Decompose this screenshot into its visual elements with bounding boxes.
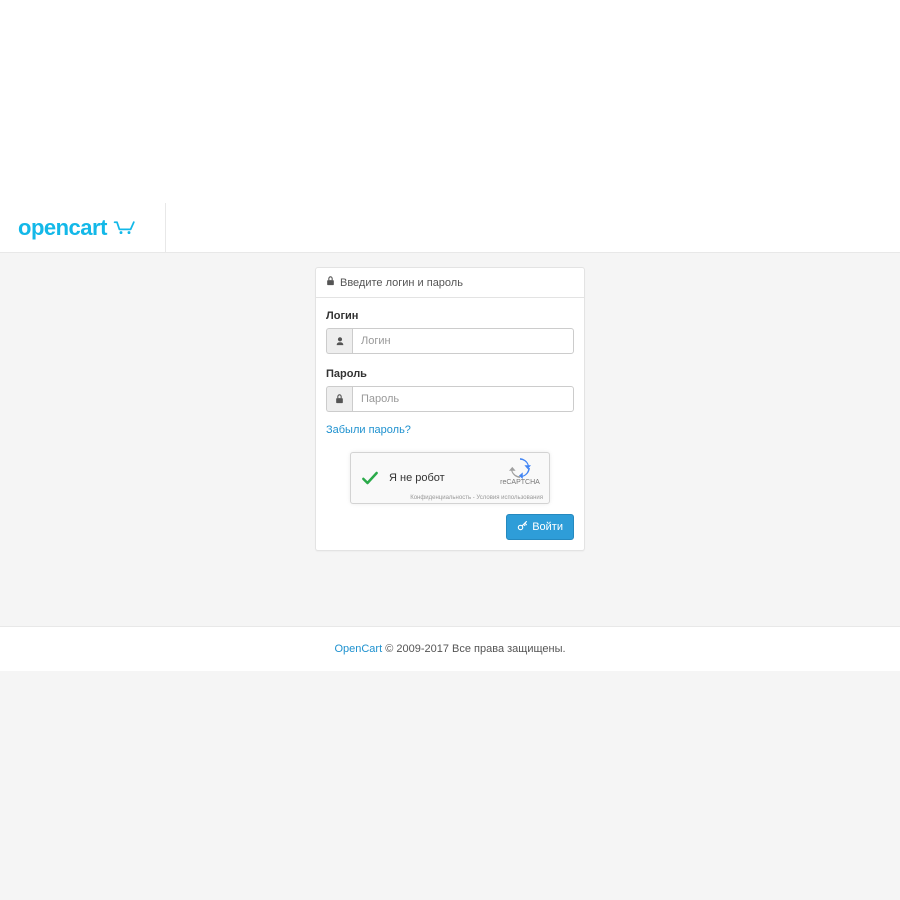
footer: OpenCart © 2009-2017 Все права защищены.: [0, 626, 900, 671]
password-input-group: [326, 386, 574, 412]
user-icon: [326, 328, 352, 354]
captcha-brand: reCAPTCHA: [497, 479, 543, 486]
login-button[interactable]: Войти: [506, 514, 574, 540]
recaptcha-logo-area: reCAPTCHA: [497, 457, 543, 486]
panel-body: Логин Пароль: [316, 298, 584, 550]
panel-title: Введите логин и пароль: [340, 277, 463, 289]
login-group: Логин: [326, 310, 574, 354]
login-panel: Введите логин и пароль Логин Пароль: [315, 267, 585, 551]
password-group: Пароль: [326, 368, 574, 412]
logo-text: opencart: [18, 215, 107, 241]
footer-link[interactable]: OpenCart: [334, 643, 382, 655]
cart-icon: [113, 219, 137, 237]
checkmark-icon: [359, 467, 381, 489]
login-input[interactable]: [352, 328, 574, 354]
lock-input-icon: [326, 386, 352, 412]
login-button-label: Войти: [532, 521, 563, 533]
password-label: Пароль: [326, 368, 574, 380]
header: opencart: [0, 203, 900, 253]
key-icon: [517, 520, 528, 534]
forgot-password-link[interactable]: Забыли пароль?: [326, 424, 411, 436]
login-label: Логин: [326, 310, 574, 322]
button-row: Войти: [326, 514, 574, 540]
panel-heading: Введите логин и пароль: [316, 268, 584, 298]
footer-copyright: © 2009-2017 Все права защищены.: [382, 643, 565, 655]
lock-icon: [326, 276, 335, 289]
captcha-privacy: Конфиденциальность - Условия использован…: [410, 495, 543, 501]
recaptcha[interactable]: Я не робот reCAPTCHA Конфиденциальность …: [350, 452, 550, 504]
logo[interactable]: opencart: [18, 203, 166, 252]
captcha-text: Я не робот: [389, 472, 445, 484]
main-content: Введите логин и пароль Логин Пароль: [0, 253, 900, 626]
password-input[interactable]: [352, 386, 574, 412]
login-input-group: [326, 328, 574, 354]
recaptcha-icon: [509, 457, 531, 479]
top-spacer: [0, 0, 900, 203]
